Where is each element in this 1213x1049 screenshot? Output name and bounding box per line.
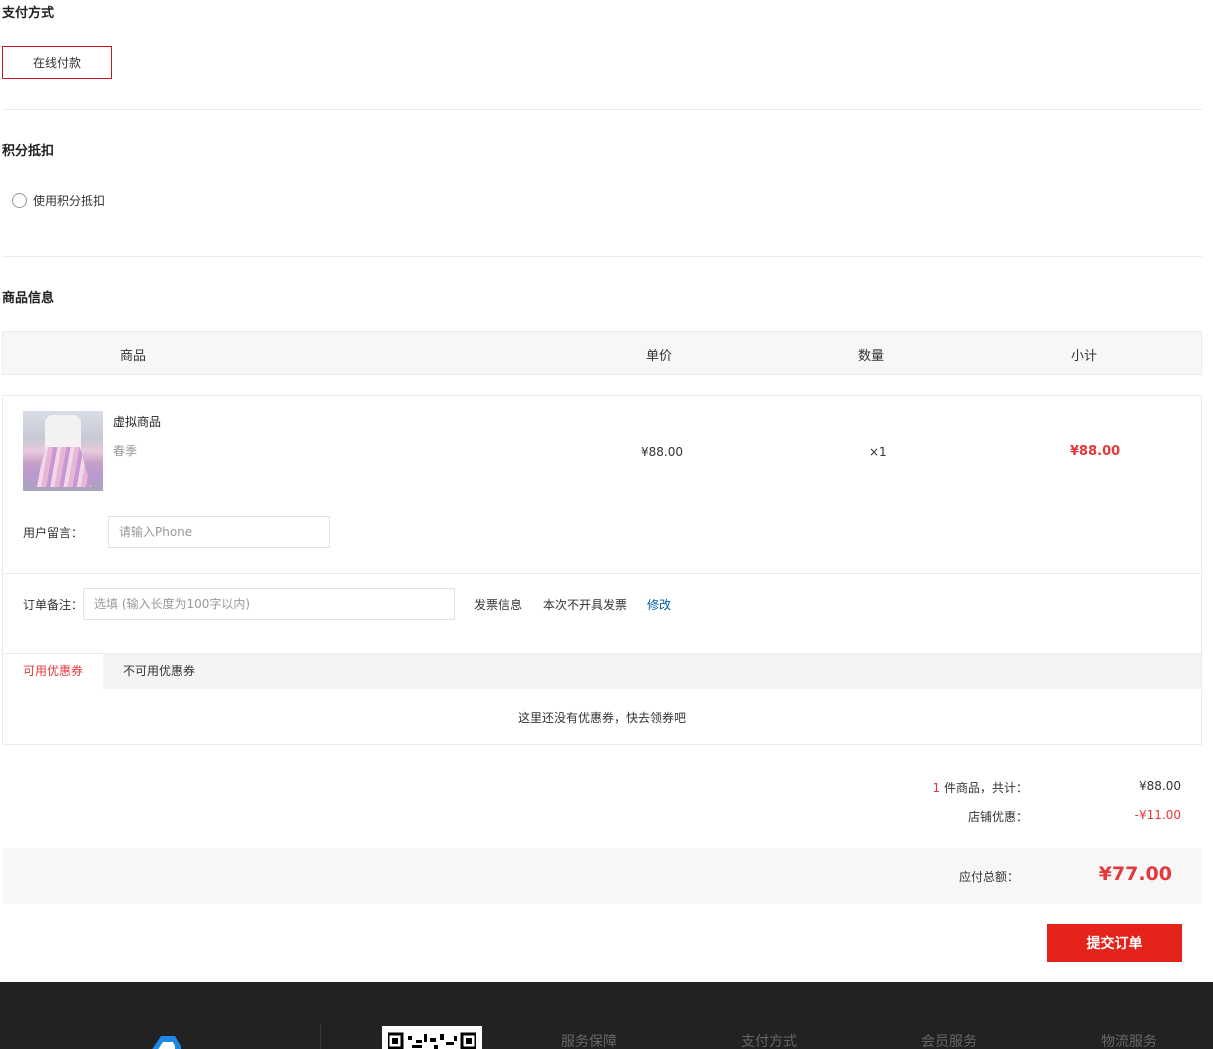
product-image[interactable] (23, 411, 103, 491)
summary-total: ¥88.00 (1139, 779, 1181, 793)
coupon-empty-message: 这里还没有优惠券，快去领券吧 (517, 711, 686, 725)
radio-icon[interactable] (12, 193, 27, 208)
order-box: 虚拟商品 春季 ¥88.00 ×1 ¥88.00 用户留言： 订单备注： 发票信… (2, 395, 1202, 745)
user-message-input[interactable] (108, 516, 330, 548)
footer-link-member[interactable]: 会员服务 (921, 1031, 977, 1049)
order-divider (3, 573, 1201, 574)
footer-link-service[interactable]: 服务保障 (561, 1031, 617, 1049)
order-remark-label: 订单备注： (23, 598, 84, 612)
tab-available-coupons[interactable]: 可用优惠券 (3, 654, 104, 690)
payable-amount: ¥77.00 (1098, 863, 1172, 885)
order-remark-input[interactable] (83, 588, 455, 620)
product-spec: 春季 (113, 444, 138, 458)
summary-discount-row: 店铺优惠： -¥11.00 (0, 808, 1213, 824)
summary-count-text: 件商品，共计： (943, 781, 1028, 795)
coupon-tabs: 可用优惠券 不可用优惠券 (3, 653, 1201, 690)
header-qty: 数量 (858, 349, 885, 364)
qr-code-icon (382, 1026, 482, 1049)
tab-unavailable-coupons[interactable]: 不可用优惠券 (103, 654, 215, 690)
payment-section-title: 支付方式 (2, 6, 55, 21)
section-divider (2, 109, 1202, 110)
unit-price: ¥88.00 (641, 445, 683, 459)
footer-link-logistics[interactable]: 物流服务 (1101, 1031, 1157, 1049)
points-section-title: 积分抵扣 (2, 144, 55, 159)
footer-divider (320, 1024, 321, 1049)
product-name[interactable]: 虚拟商品 (113, 413, 161, 430)
goods-table-header: 商品 单价 数量 小计 (2, 331, 1202, 375)
invoice-edit-link[interactable]: 修改 (647, 596, 671, 613)
header-price: 单价 (646, 349, 673, 364)
section-divider (2, 256, 1202, 257)
use-points-label: 使用积分抵扣 (33, 194, 106, 208)
brand-logo-icon (152, 1036, 181, 1049)
payable-bar: 应付总额： ¥77.00 (2, 848, 1202, 904)
quantity: ×1 (869, 445, 887, 459)
header-product: 商品 (120, 349, 147, 364)
invoice-value: 本次不开具发票 (543, 598, 628, 612)
user-message-label: 用户留言： (23, 526, 84, 540)
invoice-label: 发票信息 (474, 598, 523, 612)
summary-count: 1 (932, 781, 941, 795)
online-payment-option[interactable]: 在线付款 (2, 46, 112, 79)
payable-label: 应付总额： (958, 870, 1019, 884)
summary-discount: -¥11.00 (1134, 808, 1181, 822)
summary-total-row: 1 件商品，共计： ¥88.00 (0, 779, 1213, 795)
summary-count-label: 1 件商品，共计： (933, 779, 1028, 796)
use-points-option[interactable]: 使用积分抵扣 (12, 192, 105, 209)
summary-discount-label: 店铺优惠： (967, 810, 1028, 824)
goods-section-title: 商品信息 (2, 291, 55, 306)
submit-order-button[interactable]: 提交订单 (1047, 924, 1182, 962)
item-subtotal: ¥88.00 (1070, 444, 1121, 459)
header-subtotal: 小计 (1071, 349, 1098, 364)
footer-link-payment[interactable]: 支付方式 (741, 1031, 797, 1049)
footer: 服务保障 支付方式 会员服务 物流服务 (0, 982, 1213, 1049)
